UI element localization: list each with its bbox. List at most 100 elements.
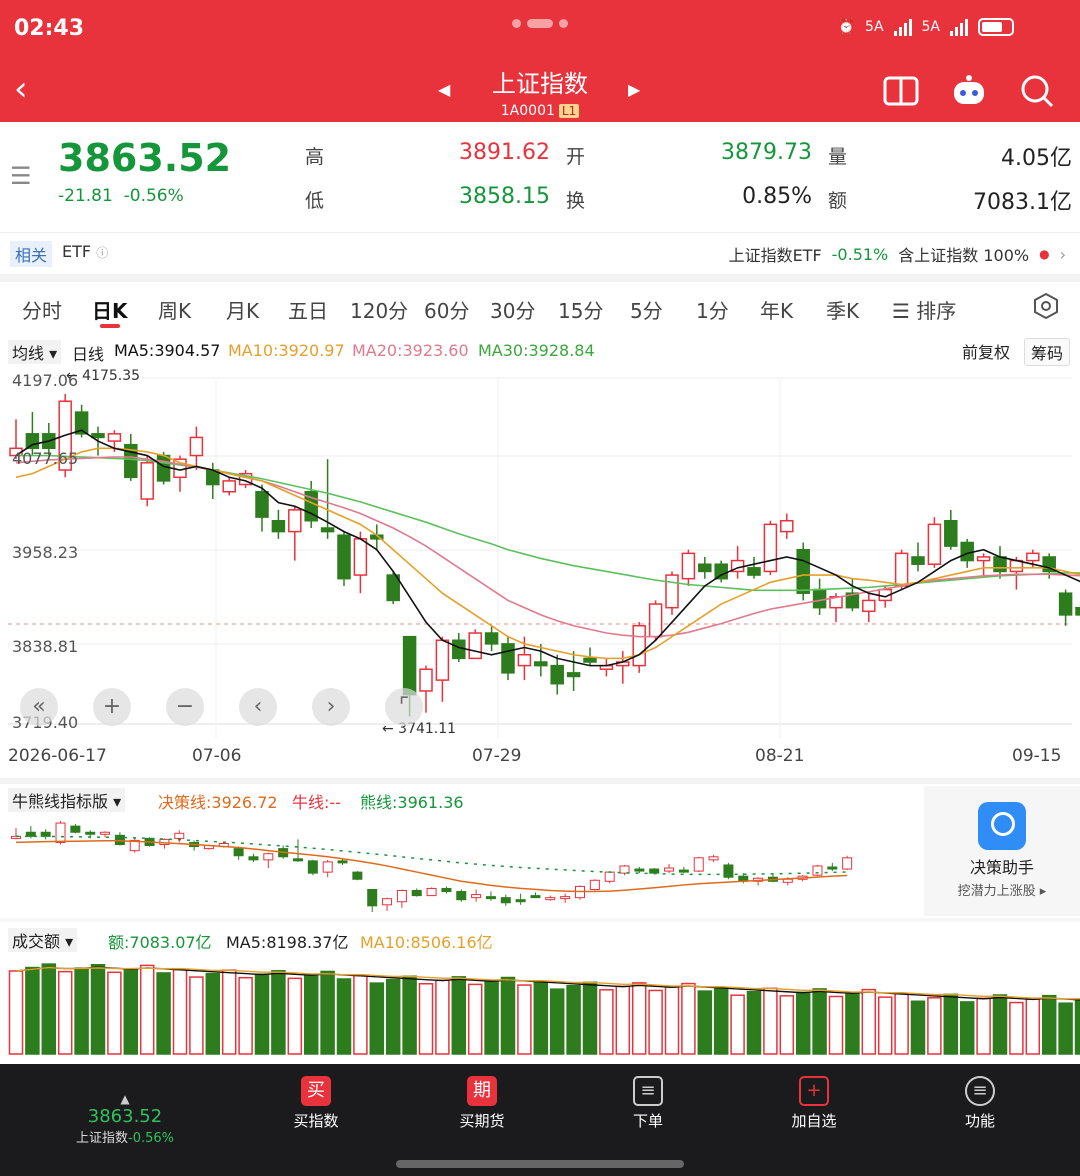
volume-bar [976,997,991,1055]
candle-body [353,538,368,576]
divider [0,274,1080,282]
chips-button[interactable]: 筹码 [1023,338,1070,366]
active-tab-indicator [100,324,120,328]
adjust-button[interactable]: 前复权 [956,338,1016,366]
volume-bar [1041,994,1057,1055]
settings-icon[interactable] [1032,292,1060,325]
candle-body [189,436,204,457]
tab-daily[interactable]: 日K [92,295,128,324]
bottom-quote[interactable]: ▲ 3863.52 上证指数-0.56% [70,1092,180,1146]
buy-index-button[interactable]: 买 买指数 [256,1076,376,1131]
rewind-icon[interactable]: « [20,688,58,726]
date-axis: 2026-06-17 07-06 07-29 08-21 09-15 [0,746,1080,776]
candle-body [288,509,302,533]
decision-assistant[interactable]: 决策助手 挖潜力上涨股 ▸ [924,786,1080,916]
bull-candle-body [55,822,66,843]
volume-bar [1025,998,1041,1055]
volume-bar [41,963,57,1055]
split-view-icon[interactable] [882,74,920,108]
bull-candle-body [530,895,541,899]
bottom-name: 上证指数 [75,1131,128,1146]
volume-bar [615,985,631,1055]
info-icon[interactable]: ⓘ [96,246,108,260]
indicator-selector[interactable]: 均线 ▾ [8,340,62,364]
header-actions [882,74,1056,108]
volume-bar [943,993,959,1055]
volume-bar [1074,999,1080,1055]
status-icons: ⏰ 5A 5A [838,18,1014,36]
volume-bar [172,968,188,1055]
value-low: 3858.15 [459,184,550,209]
candle-body [976,556,991,562]
robot-assistant-icon[interactable] [950,74,988,108]
add-watchlist-button[interactable]: + 加自选 [754,1076,874,1131]
ma10-line [15,447,1080,660]
bull-bear-selector[interactable]: 牛熊线指标版 ▾ [8,788,126,812]
volume-bar [845,992,860,1055]
network-label: 5A [865,19,884,35]
value-volume: 4.05亿 [1001,146,1072,171]
tab-60min[interactable]: 60分 [424,295,469,324]
volume-bar [238,976,253,1055]
bottom-price: 3863.52 [87,1106,163,1127]
candle-body [862,599,876,613]
volume-legend: 成交额 ▾ 额:7083.07亿 MA5:8198.37亿 MA10:8506.… [0,926,1080,952]
volume-bar [533,980,549,1055]
volume-bar [746,991,762,1055]
tab-sort[interactable]: ☰ 排序 [892,295,956,324]
candle-body [927,523,942,565]
tab-yearly[interactable]: 年K [760,295,793,324]
functions-button[interactable]: ≡ 功能 [920,1076,1040,1131]
bull-candle-body [634,868,645,872]
candlestick-chart[interactable]: 4197.06 4077.65 3958.23 3838.81 3719.40 … [0,366,1080,742]
buy-futures-label: 买期货 [459,1112,505,1130]
tab-intraday[interactable]: 分时 [22,295,62,324]
collapse-icon[interactable]: ☰ [10,162,32,190]
volume-bar [582,981,598,1055]
current-price: 3863.52 [58,136,232,180]
scroll-left-icon[interactable]: ‹ [239,688,277,726]
volume-bar [549,988,565,1055]
candle-body [1075,606,1080,616]
menu-icon: ≡ [965,1076,995,1106]
place-order-label: 下单 [632,1112,663,1130]
zoom-in-icon[interactable]: + [93,688,131,726]
chevron-right-icon[interactable]: › [1060,245,1066,264]
y-tick: 3838.81 [12,637,78,656]
tab-monthly[interactable]: 月K [226,295,259,324]
tab-weekly[interactable]: 周K [158,295,191,324]
search-icon[interactable] [1018,74,1056,108]
volume-bar [107,971,122,1055]
tab-1min[interactable]: 1分 [696,295,729,324]
buy-futures-button[interactable]: 期 买期货 [422,1076,542,1131]
volume-bar [894,992,909,1055]
bull-candle-body [827,866,838,870]
tab-5min[interactable]: 5分 [630,295,663,324]
volume-selector[interactable]: 成交额 ▾ [8,928,78,952]
candle-body [517,654,532,667]
volume-bar [681,982,696,1055]
bull-candle-body [471,894,482,899]
volume-bar [435,979,450,1055]
scroll-right-icon[interactable]: › [312,688,350,726]
volume-bar [1009,1001,1024,1055]
related-etf-bar[interactable]: 相关 ETF ⓘ 上证指数ETF -0.51% 含上证指数 100% ● › [0,232,1080,272]
tab-15min[interactable]: 15分 [558,295,603,324]
bull-candle-body [604,871,615,882]
zoom-out-icon[interactable]: − [166,688,204,726]
candle-body [484,632,499,645]
tab-30min[interactable]: 30分 [490,295,535,324]
bull-candle-body [693,857,704,872]
volume-bar [812,988,827,1055]
tab-five-day[interactable]: 五日 [288,295,328,324]
volume-bar [402,975,417,1055]
tab-quarterly[interactable]: 季K [826,295,859,324]
place-order-button[interactable]: ≡ 下单 [588,1076,708,1131]
ma-right-controls: 前复权 筹码 [956,338,1070,366]
tab-120min[interactable]: 120分 [350,295,408,324]
network-label-2: 5A [921,19,940,35]
status-time: 02:43 [14,16,85,41]
ma5-value: MA5:3904.57 [114,341,221,360]
volume-bar [336,978,352,1055]
fullscreen-icon[interactable]: ⌜ [385,688,423,726]
